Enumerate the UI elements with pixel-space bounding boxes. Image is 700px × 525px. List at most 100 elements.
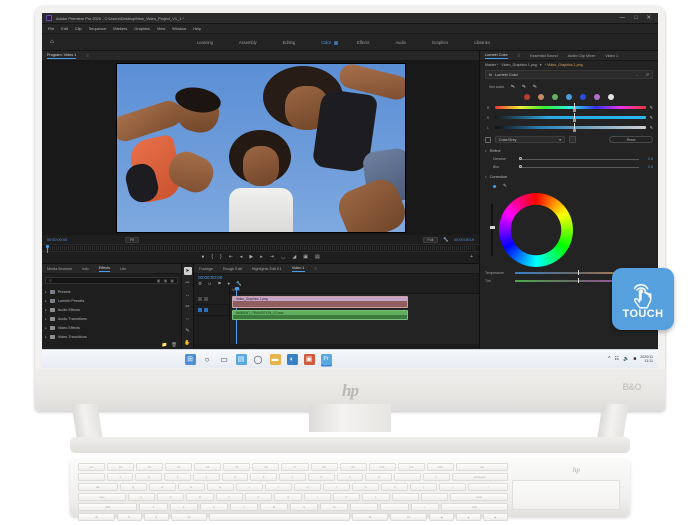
saturation-slider[interactable]: [495, 113, 646, 122]
keyboard[interactable]: esc F1 F2 F3 F4 F5 F6 F7 F8 F9 F10 F11 F…: [70, 458, 630, 521]
snap-icon[interactable]: ⚙: [198, 281, 202, 287]
export-frame-icon[interactable]: ▣: [303, 254, 308, 261]
fit-dropdown[interactable]: Fit: [125, 236, 140, 243]
key-o[interactable]: O: [352, 483, 380, 491]
program-playhead[interactable]: [46, 245, 49, 253]
chevron-down-icon[interactable]: ▾: [485, 175, 487, 179]
color-dot-icon[interactable]: [493, 184, 496, 188]
key-backspace[interactable]: backspace: [451, 473, 508, 481]
tab-footage[interactable]: Footage: [199, 267, 213, 271]
folder-icon[interactable]: ▬: [269, 353, 281, 365]
key-f4[interactable]: F4: [194, 463, 222, 471]
key-equals[interactable]: =: [422, 473, 450, 481]
key-delete[interactable]: del: [455, 463, 508, 471]
color-wheel[interactable]: [499, 193, 573, 267]
key-9[interactable]: 9: [336, 473, 364, 481]
eyedropper-icon[interactable]: ✎: [510, 84, 516, 91]
key-f5[interactable]: F5: [223, 463, 251, 471]
chevron-down-icon[interactable]: ▾: [559, 138, 561, 142]
razor-tool[interactable]: ✂: [184, 303, 192, 311]
key-c[interactable]: C: [199, 503, 228, 511]
eyedropper-icon[interactable]: ✎: [503, 183, 507, 189]
key-arrow-up[interactable]: ▲: [455, 513, 481, 521]
tab-program-video1[interactable]: Program: Video 1: [47, 53, 77, 59]
track-select-tool[interactable]: ⇨: [184, 279, 192, 287]
add-button[interactable]: +: [470, 254, 473, 261]
saturation-edit-icon[interactable]: ✎: [650, 115, 653, 120]
key-f[interactable]: F: [215, 493, 243, 501]
key-g[interactable]: G: [244, 493, 273, 501]
tab-lumetri-video1[interactable]: Video 1: [605, 54, 618, 58]
color-grey-checkbox[interactable]: [485, 136, 491, 143]
store-icon[interactable]: ▣: [303, 353, 315, 365]
file-explorer-icon[interactable]: ▤: [235, 353, 247, 365]
key-h[interactable]: H: [274, 493, 302, 501]
key-period[interactable]: .: [380, 503, 409, 511]
taskbar-clock[interactable]: 2020/11 11:11: [640, 355, 653, 363]
refine-section-header[interactable]: ▾ Refine: [485, 149, 653, 153]
video-preview[interactable]: [115, 63, 406, 233]
linked-selection-icon[interactable]: ∪: [208, 281, 211, 287]
table-row[interactable]: AMBIENT_TRANSITION_V2.wav: [232, 310, 408, 320]
chevron-right-icon[interactable]: ▸: [45, 335, 47, 339]
workspace-tab-audio[interactable]: Audio: [395, 40, 405, 45]
program-scrub-bar[interactable]: [42, 244, 479, 253]
key-1[interactable]: 1: [106, 473, 134, 481]
saturation-handle[interactable]: [573, 113, 577, 122]
list-item[interactable]: ▸ Lumetri Presets: [45, 296, 178, 305]
key-l[interactable]: L: [362, 493, 390, 501]
marker-icon[interactable]: ⚑: [217, 281, 221, 287]
temperature-knob[interactable]: [578, 270, 580, 276]
key-alt-right[interactable]: alt: [351, 513, 389, 521]
key-f7[interactable]: F7: [281, 463, 309, 471]
menu-view[interactable]: View: [157, 26, 165, 31]
hand-tool[interactable]: ✋: [184, 339, 192, 347]
key-bracket-right[interactable]: ]: [439, 483, 467, 491]
key-semicolon[interactable]: ;: [391, 493, 419, 501]
filter-audio-icon[interactable]: ▣: [163, 278, 167, 283]
chevron-right-icon[interactable]: ▸: [45, 326, 47, 330]
key-j[interactable]: J: [303, 493, 331, 501]
menu-file[interactable]: File: [48, 26, 54, 31]
key-s[interactable]: S: [156, 493, 185, 501]
menu-sequence[interactable]: Sequence: [89, 26, 107, 31]
list-item[interactable]: ▸ Audio Effects: [45, 305, 178, 314]
key-f10[interactable]: F10: [368, 463, 396, 471]
timeline-ruler[interactable]: 00:00: [230, 287, 479, 294]
swatch-green[interactable]: [552, 94, 558, 100]
effects-search[interactable]: ⚲ ▣ ▣ ▣: [45, 277, 178, 284]
tab-info[interactable]: Info: [82, 267, 88, 271]
search-icon[interactable]: ○: [202, 354, 213, 365]
denoise-value[interactable]: 0.0: [643, 157, 653, 161]
luminance-handle[interactable]: [573, 123, 577, 132]
key-capslock[interactable]: caps: [78, 493, 126, 501]
key-i[interactable]: I: [323, 483, 351, 491]
reset-button[interactable]: Reset: [609, 136, 653, 143]
key-p[interactable]: P: [381, 483, 409, 491]
maximize-button[interactable]: □: [634, 15, 637, 21]
swatch-white[interactable]: [608, 94, 614, 100]
lock-icon[interactable]: [204, 297, 208, 301]
menu-clip[interactable]: Clip: [75, 26, 82, 31]
tint-knob[interactable]: [578, 278, 580, 284]
chevron-right-icon[interactable]: ▸: [45, 290, 47, 294]
key-2[interactable]: 2: [135, 473, 163, 481]
lift-icon[interactable]: ◡: [281, 254, 285, 261]
list-item[interactable]: ▸ Presets: [45, 287, 178, 296]
slip-tool[interactable]: ⇔: [184, 315, 192, 323]
tab-highlights-edit[interactable]: Highlights Edit E1: [252, 267, 282, 271]
swatch-cyan[interactable]: [566, 94, 572, 100]
minimize-button[interactable]: —: [620, 15, 626, 21]
correction-section-header[interactable]: ▾ Correction: [485, 175, 653, 179]
key-z[interactable]: Z: [139, 503, 168, 511]
task-view-icon[interactable]: ▭: [219, 354, 230, 365]
key-3[interactable]: 3: [164, 473, 191, 481]
chevron-right-icon[interactable]: ▸: [45, 308, 47, 312]
network-icon[interactable]: ☷: [615, 356, 619, 362]
swatch-red[interactable]: [524, 94, 530, 100]
key-b[interactable]: B: [259, 503, 289, 511]
key-alt-left[interactable]: alt: [170, 513, 208, 521]
chevron-right-icon[interactable]: ▸: [45, 317, 47, 321]
key-space[interactable]: [209, 513, 350, 521]
key-arrow-right[interactable]: ▶: [482, 513, 509, 521]
